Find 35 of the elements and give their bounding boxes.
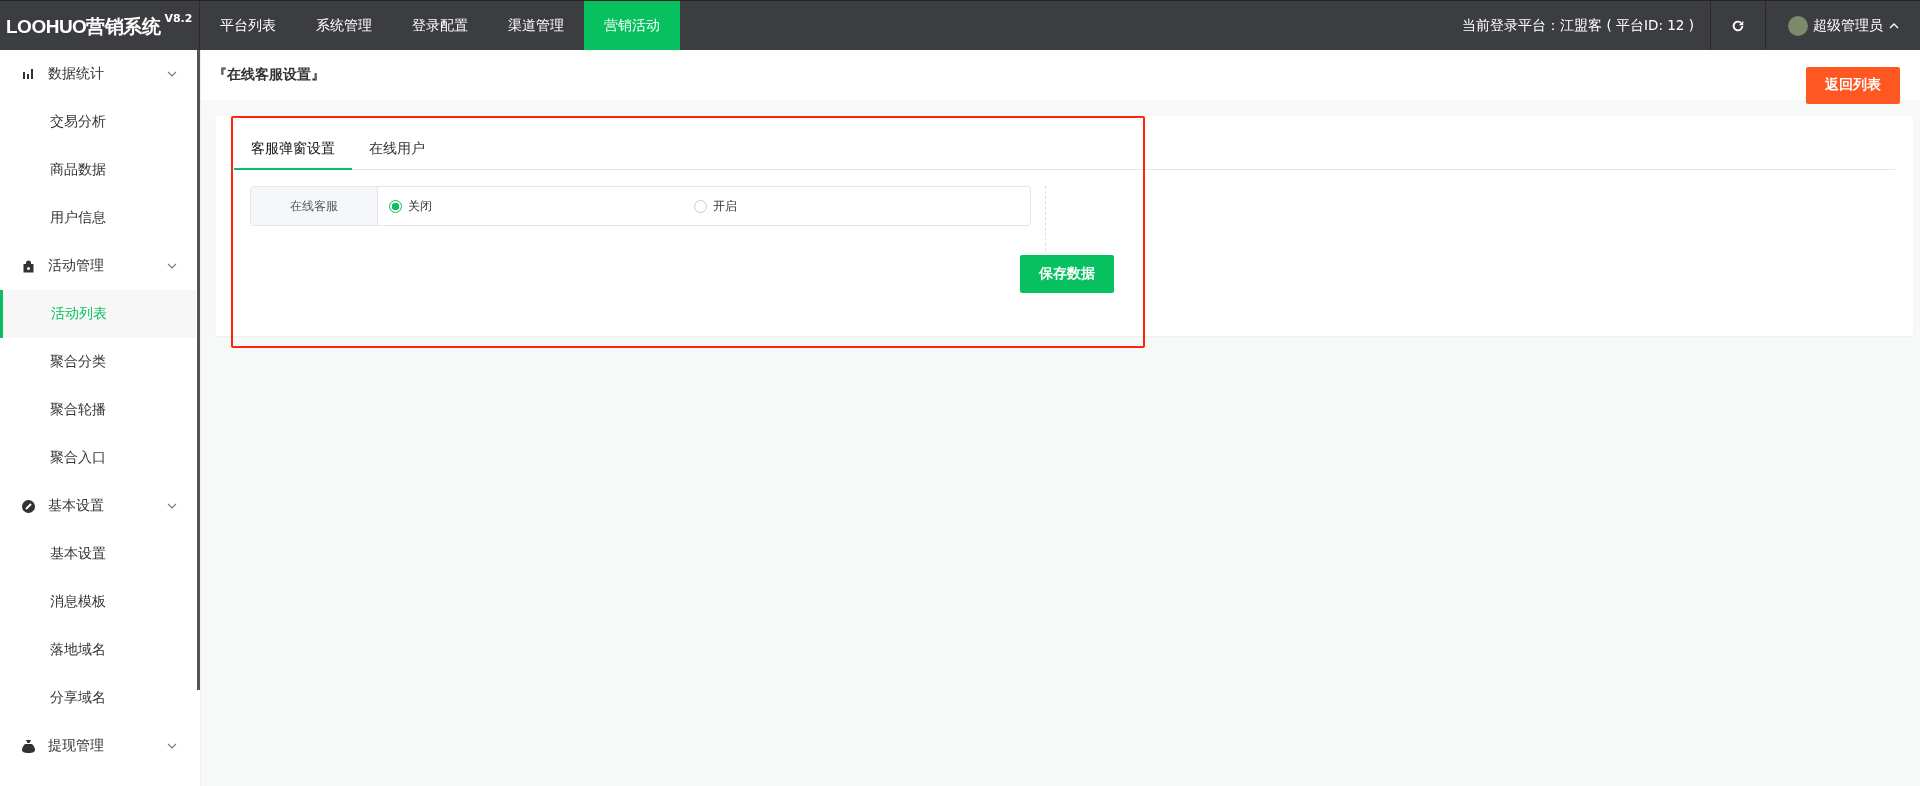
bar-chart-icon	[22, 68, 34, 80]
radio-option[interactable]: 开启	[694, 187, 999, 225]
sidebar-item[interactable]: 消息模板	[0, 578, 196, 626]
money-bag-icon	[22, 739, 35, 753]
sidebar-item[interactable]: 商品数据	[0, 146, 196, 194]
avatar-icon	[1788, 15, 1808, 36]
sidebar-item[interactable]: 分享域名	[0, 674, 196, 722]
radio-option[interactable]: 关闭	[389, 187, 694, 225]
scrollbar[interactable]	[197, 50, 200, 690]
user-menu[interactable]: 超级管理员	[1766, 1, 1920, 50]
sidebar-item[interactable]: 落地域名	[0, 626, 196, 674]
nav-tab[interactable]: 系统管理	[296, 1, 392, 50]
bag-icon	[22, 259, 35, 273]
tab[interactable]: 客服弹窗设置	[234, 129, 352, 170]
sidebar-group[interactable]: 数据统计	[0, 50, 196, 98]
sidebar-item[interactable]: 聚合分类	[0, 338, 196, 386]
nav-tab[interactable]: 渠道管理	[488, 1, 584, 50]
sidebar-item[interactable]: 用户信息	[0, 194, 196, 242]
sidebar-item[interactable]: 基本设置	[0, 530, 196, 578]
radio-icon[interactable]	[389, 199, 402, 213]
sidebar-item[interactable]: 聚合轮播	[0, 386, 196, 434]
sidebar-group[interactable]: 提现管理	[0, 722, 196, 770]
field-label: 在线客服	[251, 187, 378, 225]
logo-text: LOOHUO营销系统	[6, 15, 161, 39]
nav-tab[interactable]: 平台列表	[200, 1, 296, 50]
nav-tab[interactable]: 登录配置	[392, 1, 488, 50]
sidebar-item[interactable]: 交易分析	[0, 98, 196, 146]
platform-info: 当前登录平台：江盟客 ( 平台ID: 12 )	[1462, 16, 1695, 35]
sidebar-item[interactable]: 聚合入口	[0, 434, 196, 482]
refresh-icon	[1731, 18, 1745, 33]
tab[interactable]: 在线用户	[352, 129, 442, 170]
sidebar-group[interactable]: 活动管理	[0, 242, 196, 290]
sidebar-group[interactable]: 基本设置	[0, 482, 196, 530]
version-label: V8.2	[164, 12, 193, 25]
page-title: 『在线客服设置』	[213, 66, 325, 84]
